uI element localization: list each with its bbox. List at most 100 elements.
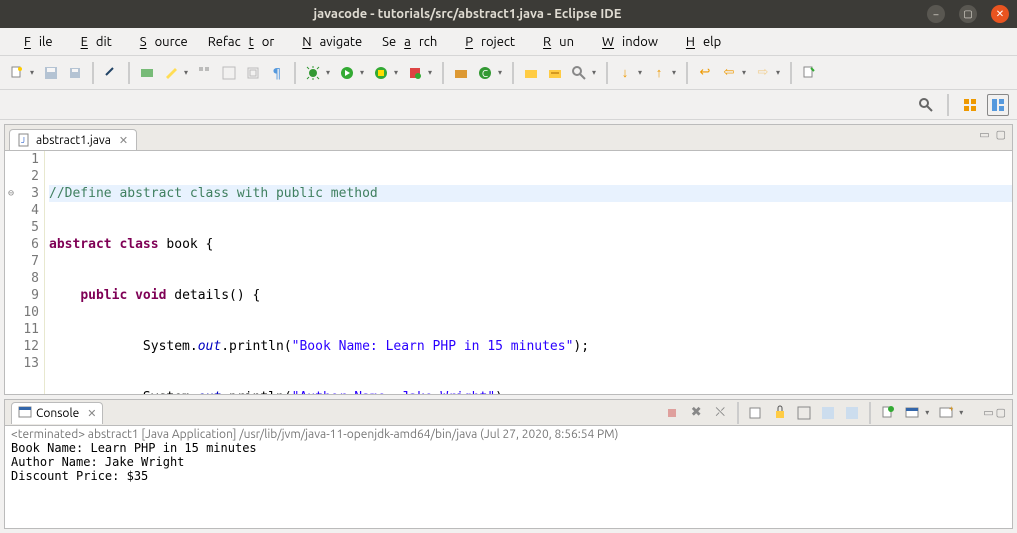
svg-text:C: C	[482, 68, 488, 79]
terminate-icon[interactable]	[661, 402, 683, 424]
window-controls: – ▢ ✕	[927, 5, 1009, 23]
open-resource-icon[interactable]	[544, 62, 566, 84]
toolbar-separator	[128, 62, 130, 84]
main-toolbar: ▾ ▾ ¶ ▾ ▾ ▾ ▾ C ▾ ▾ ↓ ▾ ↑ ▾ ↩ ⇦ ▾ ⇨ ▾	[0, 56, 1017, 90]
scroll-lock-icon[interactable]	[769, 402, 791, 424]
back-dropdown[interactable]: ▾	[742, 68, 750, 77]
prev-annotation-dropdown[interactable]: ▾	[672, 68, 680, 77]
coverage-dropdown[interactable]: ▾	[394, 68, 402, 77]
minimize-button[interactable]: –	[927, 5, 945, 23]
toggle-block-icon[interactable]	[194, 62, 216, 84]
forward-icon[interactable]: ⇨	[752, 62, 774, 84]
console-minimize-icon[interactable]: ▭	[983, 406, 993, 419]
menu-search[interactable]: Search	[374, 31, 445, 53]
open-task-icon[interactable]	[520, 62, 542, 84]
save-all-icon[interactable]	[64, 62, 86, 84]
remove-launch-icon[interactable]: ✖	[685, 402, 707, 424]
maximize-view-icon[interactable]: ▢	[996, 128, 1006, 141]
menu-file[interactable]: File	[8, 31, 61, 53]
menu-help[interactable]: Help	[670, 31, 729, 53]
new-class-dropdown[interactable]: ▾	[498, 68, 506, 77]
window-titlebar: javacode - tutorials/src/abstract1.java …	[0, 0, 1017, 28]
search-access-icon[interactable]	[915, 94, 937, 116]
open-console-dropdown[interactable]: ▾	[959, 408, 967, 417]
word-wrap-icon[interactable]	[793, 402, 815, 424]
link-icon[interactable]	[100, 62, 122, 84]
highlight-dropdown[interactable]: ▾	[184, 68, 192, 77]
console-body[interactable]: <terminated> abstract1 [Java Application…	[5, 426, 1012, 528]
toggle-whitespace-icon[interactable]	[218, 62, 240, 84]
editor-tab-label: abstract1.java	[36, 134, 111, 147]
editor-tab[interactable]: J abstract1.java ✕	[9, 129, 137, 150]
run-icon[interactable]	[336, 62, 358, 84]
forward-dropdown[interactable]: ▾	[776, 68, 784, 77]
console-tab[interactable]: Console ✕	[11, 402, 103, 424]
console-maximize-icon[interactable]: ▢	[996, 406, 1006, 419]
window-title: javacode - tutorials/src/abstract1.java …	[8, 7, 927, 21]
menu-navigate[interactable]: Navigate	[286, 31, 370, 53]
prev-annotation-icon[interactable]: ↑	[648, 62, 670, 84]
save-icon[interactable]	[40, 62, 62, 84]
menu-window[interactable]: Window	[586, 31, 666, 53]
run-last-dropdown[interactable]: ▾	[428, 68, 436, 77]
console-toolbar: ✖ ⛌ ▾ + ▾ ▭ ▢	[661, 402, 1006, 424]
console-tab-close-icon[interactable]: ✕	[87, 407, 96, 420]
highlight-icon[interactable]	[160, 62, 182, 84]
menu-bar: File Edit Source Refactor Navigate Searc…	[0, 28, 1017, 56]
toolbar-separator	[606, 62, 608, 84]
remove-all-icon[interactable]: ⛌	[709, 402, 731, 424]
next-annotation-icon[interactable]: ↓	[614, 62, 636, 84]
pin-icon[interactable]	[798, 62, 820, 84]
search-tb-dropdown[interactable]: ▾	[592, 68, 600, 77]
java-file-icon: J	[18, 133, 32, 147]
menu-source[interactable]: Source	[124, 31, 196, 53]
open-console-icon[interactable]: +	[935, 402, 957, 424]
console-pane: Console ✕ ✖ ⛌ ▾ + ▾ ▭ ▢ <terminated> abs…	[4, 399, 1013, 529]
open-perspective-icon[interactable]	[959, 94, 981, 116]
search-tb-icon[interactable]	[568, 62, 590, 84]
code-content[interactable]: //Define abstract class with public meth…	[45, 151, 1012, 394]
pin-console-icon[interactable]	[877, 402, 899, 424]
secondary-toolbar	[0, 90, 1017, 120]
menu-run[interactable]: Run	[527, 31, 582, 53]
toolbar-separator	[790, 62, 792, 84]
show-console-output-icon[interactable]	[817, 402, 839, 424]
console-terminated-line: <terminated> abstract1 [Java Application…	[11, 428, 1006, 441]
new-icon[interactable]	[6, 62, 28, 84]
menu-refactor[interactable]: Refactor	[200, 31, 283, 53]
run-last-icon[interactable]	[404, 62, 426, 84]
last-edit-icon[interactable]: ↩	[694, 62, 716, 84]
code-editor[interactable]: ⊖ 1 2 3 4 5 6 7 8 9 10 11 12 13 //Define…	[5, 151, 1012, 394]
new-dropdown[interactable]: ▾	[30, 68, 38, 77]
pilcrow-icon[interactable]: ¶	[266, 62, 288, 84]
debug-icon[interactable]	[302, 62, 324, 84]
new-package-icon[interactable]	[450, 62, 472, 84]
next-annotation-dropdown[interactable]: ▾	[638, 68, 646, 77]
new-class-icon[interactable]: C	[474, 62, 496, 84]
show-console-error-icon[interactable]	[841, 402, 863, 424]
toolbar-separator	[92, 62, 94, 84]
show-whitespace-icon[interactable]	[242, 62, 264, 84]
menu-project[interactable]: Project	[449, 31, 523, 53]
editor-view-controls: ▭ ▢	[979, 128, 1006, 141]
close-button[interactable]: ✕	[991, 5, 1009, 23]
minimize-view-icon[interactable]: ▭	[979, 128, 989, 141]
tab-close-icon[interactable]: ✕	[119, 134, 128, 147]
display-console-dropdown[interactable]: ▾	[925, 408, 933, 417]
back-icon[interactable]: ⇦	[718, 62, 740, 84]
java-perspective-icon[interactable]	[987, 94, 1009, 116]
coverage-icon[interactable]	[370, 62, 392, 84]
editor-area: J abstract1.java ✕ ▭ ▢ ⊖ 1 2 3 4 5 6 7 8…	[4, 124, 1013, 395]
debug-dropdown[interactable]: ▾	[326, 68, 334, 77]
run-dropdown[interactable]: ▾	[360, 68, 368, 77]
open-type-icon[interactable]	[136, 62, 158, 84]
console-output-line: Discount Price: $35	[11, 469, 1006, 483]
clear-console-icon[interactable]	[745, 402, 767, 424]
maximize-button[interactable]: ▢	[959, 5, 977, 23]
menu-edit[interactable]: Edit	[65, 31, 120, 53]
line-number-gutter: 1 2 3 4 5 6 7 8 9 10 11 12 13	[17, 151, 45, 394]
toolbar-separator	[686, 62, 688, 84]
display-console-icon[interactable]	[901, 402, 923, 424]
svg-text:+: +	[949, 405, 954, 413]
fold-marker[interactable]: ⊖	[5, 185, 17, 202]
